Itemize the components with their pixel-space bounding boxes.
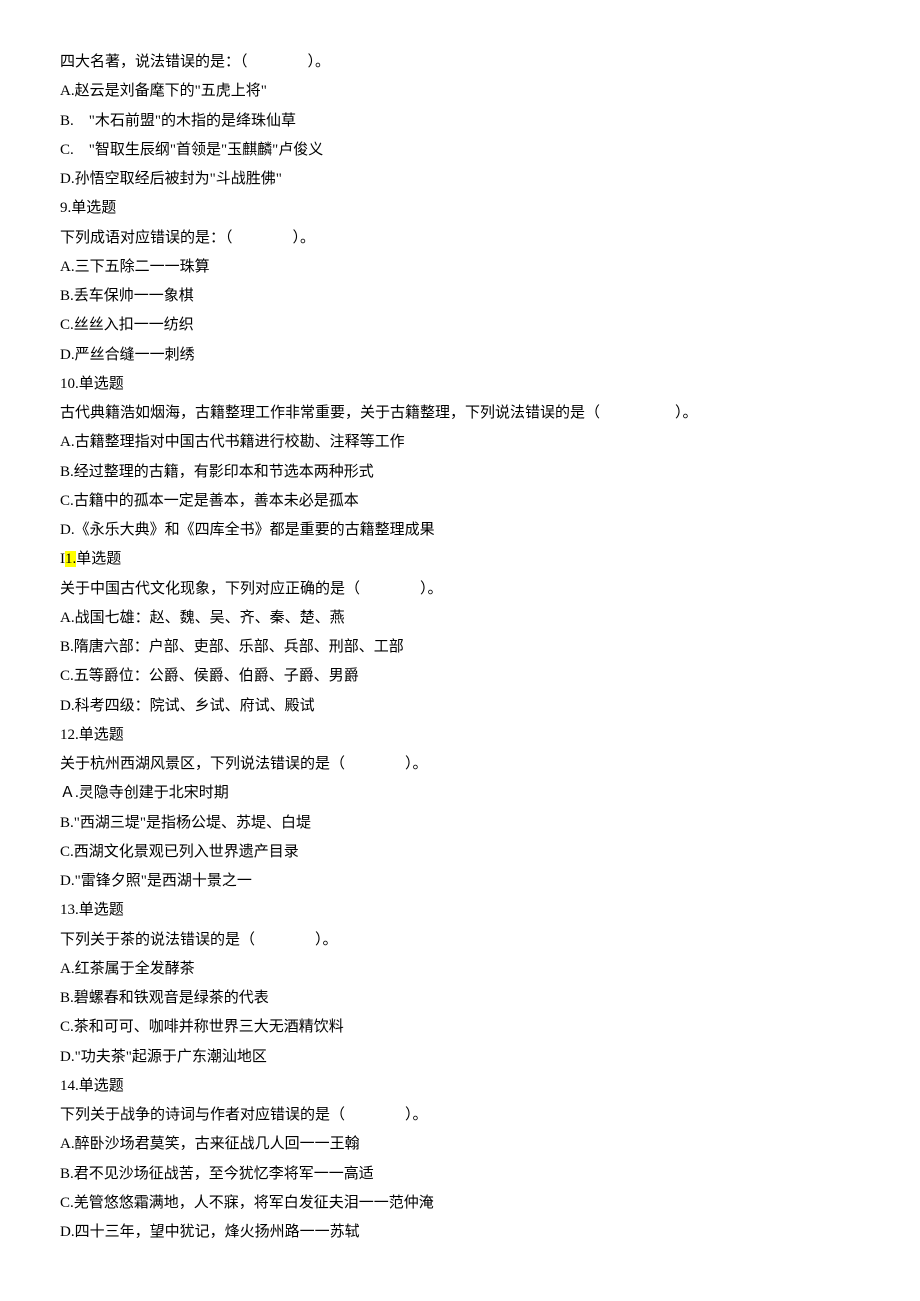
option-b: B.君不见沙场征战苦，至今犹忆李将军一一高适 xyxy=(60,1160,860,1189)
option-c: C. "智取生辰纲"首领是"玉麒麟"卢俊义 xyxy=(60,136,860,165)
question-stem: 下列关于茶的说法错误的是（ ）。 xyxy=(60,926,860,955)
option-b: B. "木石前盟"的木指的是绛珠仙草 xyxy=(60,107,860,136)
option-c: C.古籍中的孤本一定是善本，善本未必是孤本 xyxy=(60,487,860,516)
question-stem: 关于中国古代文化现象，下列对应正确的是（ ）。 xyxy=(60,575,860,604)
option-d: D.《永乐大典》和《四库全书》都是重要的古籍整理成果 xyxy=(60,516,860,545)
option-a: A.古籍整理指对中国古代书籍进行校勘、注释等工作 xyxy=(60,428,860,457)
option-c: C.茶和可可、咖啡并称世界三大无酒精饮料 xyxy=(60,1013,860,1042)
question-number: 13.单选题 xyxy=(60,896,860,925)
question-stem: 四大名著，说法错误的是：（ ）。 xyxy=(60,48,860,77)
option-a: A.三下五除二一一珠算 xyxy=(60,253,860,282)
option-c: C.五等爵位：公爵、侯爵、伯爵、子爵、男爵 xyxy=(60,662,860,691)
question-stem: 古代典籍浩如烟海，古籍整理工作非常重要，关于古籍整理，下列说法错误的是（ ）。 xyxy=(60,399,860,428)
option-c: C.羌管悠悠霜满地，人不寐，将军白发征夫泪一一范仲淹 xyxy=(60,1189,860,1218)
num-suffix: 单选题 xyxy=(76,551,121,567)
option-d: D."雷锋夕照"是西湖十景之一 xyxy=(60,867,860,896)
option-d: D.科考四级：院试、乡试、府试、殿试 xyxy=(60,692,860,721)
num-highlight: 1. xyxy=(65,551,76,567)
option-a: A.战国七雄：赵、魏、吴、齐、秦、楚、燕 xyxy=(60,604,860,633)
option-b: B.碧螺春和铁观音是绿茶的代表 xyxy=(60,984,860,1013)
option-d: D.孙悟空取经后被封为"斗战胜佛" xyxy=(60,165,860,194)
option-b: B.经过整理的古籍，有影印本和节选本两种形式 xyxy=(60,458,860,487)
option-b: B.隋唐六部：户部、吏部、乐部、兵部、刑部、工部 xyxy=(60,633,860,662)
option-a: Ａ.灵隐寺创建于北宋时期 xyxy=(60,779,860,808)
option-c: C.西湖文化景观已列入世界遗产目录 xyxy=(60,838,860,867)
option-b: B.丢车保帅一一象棋 xyxy=(60,282,860,311)
question-number: 10.单选题 xyxy=(60,370,860,399)
option-a: A.醉卧沙场君莫笑，古来征战几人回一一王翰 xyxy=(60,1130,860,1159)
option-b: B."西湖三堤"是指杨公堤、苏堤、白堤 xyxy=(60,809,860,838)
option-d: D."功夫茶"起源于广东潮汕地区 xyxy=(60,1043,860,1072)
question-number: 14.单选题 xyxy=(60,1072,860,1101)
document-page: 四大名著，说法错误的是：（ ）。 A.赵云是刘备麾下的"五虎上将" B. "木石… xyxy=(0,0,920,1301)
question-stem: 关于杭州西湖风景区，下列说法错误的是（ ）。 xyxy=(60,750,860,779)
option-c: C.丝丝入扣一一纺织 xyxy=(60,311,860,340)
question-number: 12.单选题 xyxy=(60,721,860,750)
question-stem: 下列成语对应错误的是：（ ）。 xyxy=(60,224,860,253)
question-number: 9.单选题 xyxy=(60,194,860,223)
question-number: I1.单选题 xyxy=(60,545,860,574)
option-d: D.严丝合缝一一刺绣 xyxy=(60,341,860,370)
option-d: D.四十三年，望中犹记，烽火扬州路一一苏轼 xyxy=(60,1218,860,1247)
option-a: A.红茶属于全发酵茶 xyxy=(60,955,860,984)
question-stem: 下列关于战争的诗词与作者对应错误的是（ ）。 xyxy=(60,1101,860,1130)
option-a: A.赵云是刘备麾下的"五虎上将" xyxy=(60,77,860,106)
